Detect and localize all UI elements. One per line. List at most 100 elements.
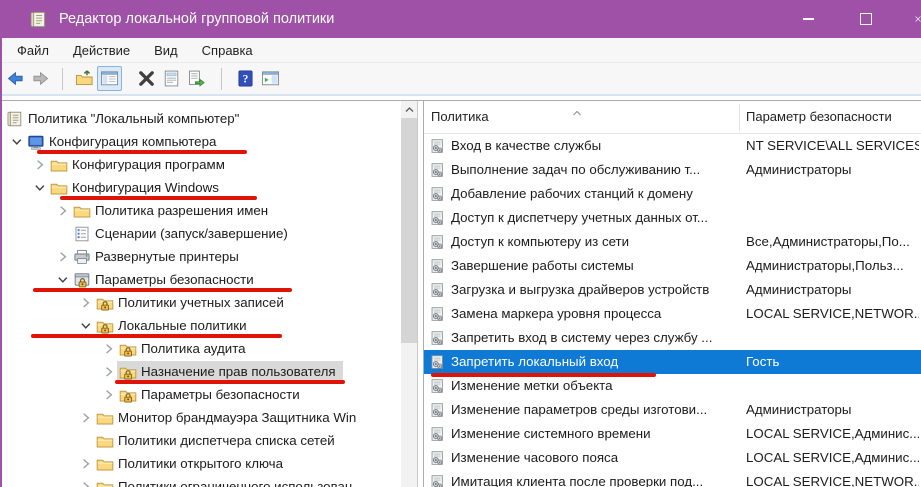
folder-lock-icon	[119, 386, 137, 404]
back-button[interactable]	[3, 66, 28, 91]
chevron-right-icon[interactable]	[79, 457, 92, 470]
policy-row[interactable]: Добавление рабочих станций к домену	[424, 182, 921, 206]
chevron-right-icon[interactable]	[79, 480, 92, 487]
show-action-pane-button[interactable]	[258, 66, 283, 91]
pane-divider	[2, 100, 921, 101]
tree-item-network-list-manager-policies[interactable]: Политики диспетчера списка сетей	[2, 429, 400, 452]
tree-item-user-rights-assignment[interactable]: Назначение прав пользователя	[2, 360, 400, 383]
policy-icon	[429, 378, 446, 395]
delete-button[interactable]	[134, 66, 159, 91]
tree-item-computer-configuration[interactable]: Конфигурация компьютера	[2, 130, 400, 153]
folder-lock-icon	[96, 294, 114, 312]
export-list-button[interactable]	[184, 66, 209, 91]
show-console-tree-button[interactable]	[97, 66, 122, 91]
tree-item-name-resolution-policy[interactable]: Политика разрешения имен	[2, 199, 400, 222]
policy-row[interactable]: Имитация клиента после проверки под...LO…	[424, 470, 921, 487]
policy-row[interactable]: Доступ к компьютеру из сетиВсе,Администр…	[424, 230, 921, 254]
app-icon-scroll	[29, 10, 48, 29]
red-underline-annotation	[115, 380, 345, 384]
menu-file[interactable]: Файл	[5, 38, 61, 62]
policy-row-deny-local-logon[interactable]: Запретить локальный вход Гость	[424, 350, 921, 374]
policy-icon	[429, 402, 446, 419]
policy-row[interactable]: Вход в качестве службыNT SERVICE\ALL SER…	[424, 134, 921, 158]
tree-item-software-restriction-policies[interactable]: Политики ограниченного использован	[2, 475, 400, 487]
minimize-icon	[803, 18, 814, 19]
menu-action[interactable]: Действие	[61, 38, 142, 62]
scrollbar-up-arrow[interactable]	[401, 101, 417, 118]
column-header-security-setting[interactable]: Параметр безопасности	[746, 109, 892, 124]
tree-item-local-computer-policy[interactable]: Политика "Локальный компьютер"	[2, 107, 400, 130]
up-one-level-button[interactable]	[72, 66, 97, 91]
list-header: Политика Параметр безопасности	[424, 101, 921, 134]
x-icon	[137, 69, 156, 88]
tree-item-scripts[interactable]: Сценарии (запуск/завершение)	[2, 222, 400, 245]
maximize-button[interactable]	[843, 0, 889, 38]
folder-icon	[96, 478, 114, 487]
tree-item-windows-settings[interactable]: Конфигурация Windows	[2, 176, 400, 199]
red-underline-annotation	[431, 373, 656, 377]
tree-scrollbar[interactable]	[401, 101, 417, 487]
chevron-down-icon[interactable]	[79, 319, 92, 332]
chevron-right-icon[interactable]	[56, 250, 69, 263]
menu-view[interactable]: Вид	[142, 38, 190, 62]
column-header-policy[interactable]: Политика	[431, 109, 489, 124]
chevron-right-icon[interactable]	[102, 365, 115, 378]
policy-row[interactable]: Изменение метки объекта	[424, 374, 921, 398]
tree-item-deployed-printers[interactable]: Развернутые принтеры	[2, 245, 400, 268]
policy-icon	[429, 306, 446, 323]
policy-row[interactable]: Изменение параметров среды изготови...Ад…	[424, 398, 921, 422]
policy-row[interactable]: Замена маркера уровня процессаLOCAL SERV…	[424, 302, 921, 326]
tree-item-security-options[interactable]: Параметры безопасности	[2, 383, 400, 406]
policy-row[interactable]: Изменение часового поясаLOCAL SERVICE,Ад…	[424, 446, 921, 470]
menubar: Файл Действие Вид Справка	[2, 38, 921, 63]
window-action-icon	[261, 69, 280, 88]
chevron-right-icon[interactable]	[102, 388, 115, 401]
tree-item-account-policies[interactable]: Политики учетных записей	[2, 291, 400, 314]
titlebar: Редактор локальной групповой политики	[0, 0, 921, 38]
tree-item-defender-firewall-monitor[interactable]: Монитор брандмауэра Защитника Win	[2, 406, 400, 429]
tree-item-security-settings[interactable]: Параметры безопасности	[2, 268, 400, 291]
chevron-right-icon[interactable]	[33, 158, 46, 171]
close-button[interactable]	[901, 0, 921, 38]
chevron-down-icon[interactable]	[10, 135, 23, 148]
export-list-icon	[187, 69, 206, 88]
properties-button[interactable]	[159, 66, 184, 91]
scrollbar-thumb[interactable]	[401, 118, 417, 343]
policy-row[interactable]: Изменение системного времениLOCAL SERVIC…	[424, 422, 921, 446]
policy-row[interactable]: Загрузка и выгрузка драйверов устройствА…	[424, 278, 921, 302]
chevron-down-icon[interactable]	[33, 181, 46, 194]
menu-help[interactable]: Справка	[190, 38, 265, 62]
chevron-right-icon[interactable]	[79, 296, 92, 309]
chevron-right-icon[interactable]	[79, 411, 92, 424]
help-button[interactable]	[233, 66, 258, 91]
computer-icon	[27, 133, 45, 151]
policy-list-pane: Политика Параметр безопасности Вход в ка…	[423, 100, 921, 487]
help-icon	[236, 69, 255, 88]
folder-icon	[50, 179, 68, 197]
policy-icon	[429, 162, 446, 179]
policy-row[interactable]: Выполнение задач по обслуживанию т...Адм…	[424, 158, 921, 182]
policy-row[interactable]: Доступ к диспетчеру учетных данных от...	[424, 206, 921, 230]
close-icon	[915, 13, 921, 25]
forward-button[interactable]	[28, 66, 53, 91]
policy-row[interactable]: Завершение работы системыАдминистраторы,…	[424, 254, 921, 278]
folder-up-icon	[75, 69, 94, 88]
column-divider[interactable]	[739, 104, 740, 131]
chevron-up-icon	[404, 105, 415, 114]
policy-icon	[429, 282, 446, 299]
folder-icon	[96, 409, 114, 427]
minimize-button[interactable]	[785, 0, 831, 38]
chevron-right-icon[interactable]	[102, 342, 115, 355]
tree-item-software-settings[interactable]: Конфигурация программ	[2, 153, 400, 176]
policy-icon	[429, 138, 446, 155]
tree-item-public-key-policies[interactable]: Политики открытого ключа	[2, 452, 400, 475]
chevron-down-icon[interactable]	[56, 273, 69, 286]
policy-row[interactable]: Запретить вход в систему через службу ..…	[424, 326, 921, 350]
chevron-right-icon[interactable]	[56, 204, 69, 217]
tree-item-audit-policy[interactable]: Политика аудита	[2, 337, 400, 360]
policy-icon	[429, 186, 446, 203]
policy-icon	[429, 426, 446, 443]
policy-icon	[429, 474, 446, 487]
tree-item-local-policies[interactable]: Локальные политики	[2, 314, 400, 337]
window-border	[0, 38, 2, 487]
